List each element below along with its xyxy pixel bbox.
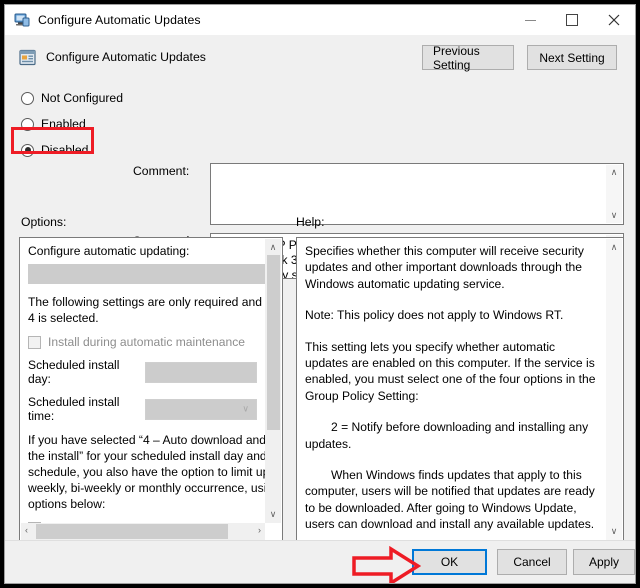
ok-button[interactable]: OK: [412, 549, 487, 575]
window-controls: [509, 5, 635, 35]
chevron-down-icon[interactable]: ∨: [265, 509, 281, 520]
help-paragraph-3: This setting lets you specify whether au…: [305, 339, 596, 403]
install-during-maintenance-checkbox[interactable]: Install during automatic maintenance: [28, 335, 257, 349]
options-paragraph-line5: options below:: [28, 497, 106, 511]
radio-mark-disabled: [21, 143, 34, 157]
scrollbar-thumb[interactable]: [36, 524, 228, 539]
radio-disabled[interactable]: Disabled: [21, 137, 129, 163]
maximize-button[interactable]: [551, 5, 593, 35]
scheduled-install-day-row: Scheduled install day:: [28, 358, 257, 386]
setting-header: Configure Automatic Updates Previous Set…: [5, 35, 635, 79]
window-title: Configure Automatic Updates: [38, 13, 201, 27]
computer-icon: [14, 13, 30, 27]
configure-automatic-updating-combo[interactable]: [28, 264, 265, 284]
comment-value: [211, 164, 623, 168]
help-panel: Specifies whether this computer will rec…: [296, 237, 624, 542]
help-paragraph-2: Note: This policy does not apply to Wind…: [305, 308, 564, 323]
options-vertical-scrollbar[interactable]: ∧ ∨: [265, 239, 281, 523]
minimize-button[interactable]: [509, 5, 551, 35]
scrollbar-thumb[interactable]: [267, 255, 280, 430]
scheduled-install-time-label: Scheduled install time:: [28, 395, 120, 423]
help-vertical-scrollbar[interactable]: ∧ ∨: [606, 239, 622, 540]
options-panel: Configure automatic updating: The follow…: [19, 237, 283, 542]
options-paragraph: If you have selected “4 – Auto download …: [28, 432, 265, 512]
options-content: Configure automatic updating: The follow…: [20, 238, 265, 523]
chevron-down-icon: ∨: [242, 403, 249, 414]
scheduled-install-day-label: Scheduled install day:: [28, 358, 120, 386]
install-during-maintenance-label: Install during automatic maintenance: [48, 335, 245, 349]
options-paragraph-line4: weekly, bi-weekly or monthly occurrence,…: [28, 481, 265, 495]
state-area: Not Configured Enabled Disabled Comment:…: [5, 79, 635, 279]
comment-input[interactable]: ∧ ∨: [210, 163, 624, 225]
options-note-line1: The following settings are only required…: [28, 295, 265, 309]
chevron-down-icon[interactable]: ∨: [606, 526, 622, 537]
radio-label-disabled: Disabled: [41, 143, 89, 157]
chevron-up-icon[interactable]: ∧: [611, 165, 618, 180]
radio-mark-not-configured: [21, 91, 34, 105]
comment-label: Comment:: [133, 164, 190, 178]
help-paragraph-1: Specifies whether this computer will rec…: [305, 244, 584, 291]
options-horizontal-scrollbar[interactable]: ‹ ›: [21, 523, 265, 540]
radio-not-configured[interactable]: Not Configured: [21, 85, 129, 111]
configure-automatic-updating-label: Configure automatic updating:: [28, 244, 190, 258]
apply-button[interactable]: Apply: [573, 549, 635, 575]
radio-label-not-configured: Not Configured: [41, 91, 123, 105]
scheduled-install-time-row: Scheduled install time: ∨: [28, 395, 257, 423]
cancel-button[interactable]: Cancel: [497, 549, 567, 575]
options-note-line2: 4 is selected.: [28, 311, 99, 325]
next-setting-button[interactable]: Next Setting: [527, 45, 617, 70]
setting-nav-buttons: Previous Setting Next Setting: [422, 44, 617, 72]
close-icon[interactable]: [593, 5, 635, 35]
help-content: Specifies whether this computer will rec…: [297, 238, 606, 541]
help-label: Help:: [296, 215, 325, 229]
state-radio-group: Not Configured Enabled Disabled: [21, 85, 129, 163]
configure-automatic-updates-dialog: Configure Automatic Updates Configure Au…: [4, 4, 636, 584]
dialog-footer: OK Cancel Apply: [5, 541, 635, 583]
ok-button-arrow-annotation: [351, 545, 422, 583]
chevron-left-icon[interactable]: ‹: [25, 525, 28, 535]
chevron-down-icon[interactable]: ∨: [611, 208, 618, 223]
options-note: The following settings are only required…: [28, 294, 265, 326]
comment-scrollbar[interactable]: ∧ ∨: [606, 165, 622, 223]
radio-mark-enabled: [21, 117, 34, 131]
setting-title: Configure Automatic Updates: [46, 50, 206, 64]
radio-enabled[interactable]: Enabled: [21, 111, 129, 137]
checkbox-box: [28, 335, 41, 349]
options-paragraph-line1: If you have selected “4 – Auto download …: [28, 433, 265, 447]
radio-label-enabled: Enabled: [41, 117, 86, 131]
scheduled-install-day-combo[interactable]: [145, 361, 257, 383]
scheduled-install-time-combo[interactable]: ∨: [145, 398, 257, 420]
chevron-right-icon[interactable]: ›: [258, 525, 261, 535]
chevron-up-icon[interactable]: ∧: [606, 242, 622, 253]
chevron-up-icon[interactable]: ∧: [265, 242, 281, 253]
options-paragraph-line2: the install” for your scheduled install …: [28, 449, 265, 463]
options-label: Options:: [21, 215, 67, 229]
help-paragraph-5: When Windows finds updates that apply to…: [305, 468, 595, 532]
options-paragraph-line3: schedule, you also have the option to li…: [28, 465, 265, 479]
policy-setting-icon: [19, 49, 37, 66]
help-paragraph-4: 2 = Notify before downloading and instal…: [305, 420, 589, 451]
previous-setting-button[interactable]: Previous Setting: [422, 44, 514, 72]
title-bar: Configure Automatic Updates: [5, 5, 635, 35]
